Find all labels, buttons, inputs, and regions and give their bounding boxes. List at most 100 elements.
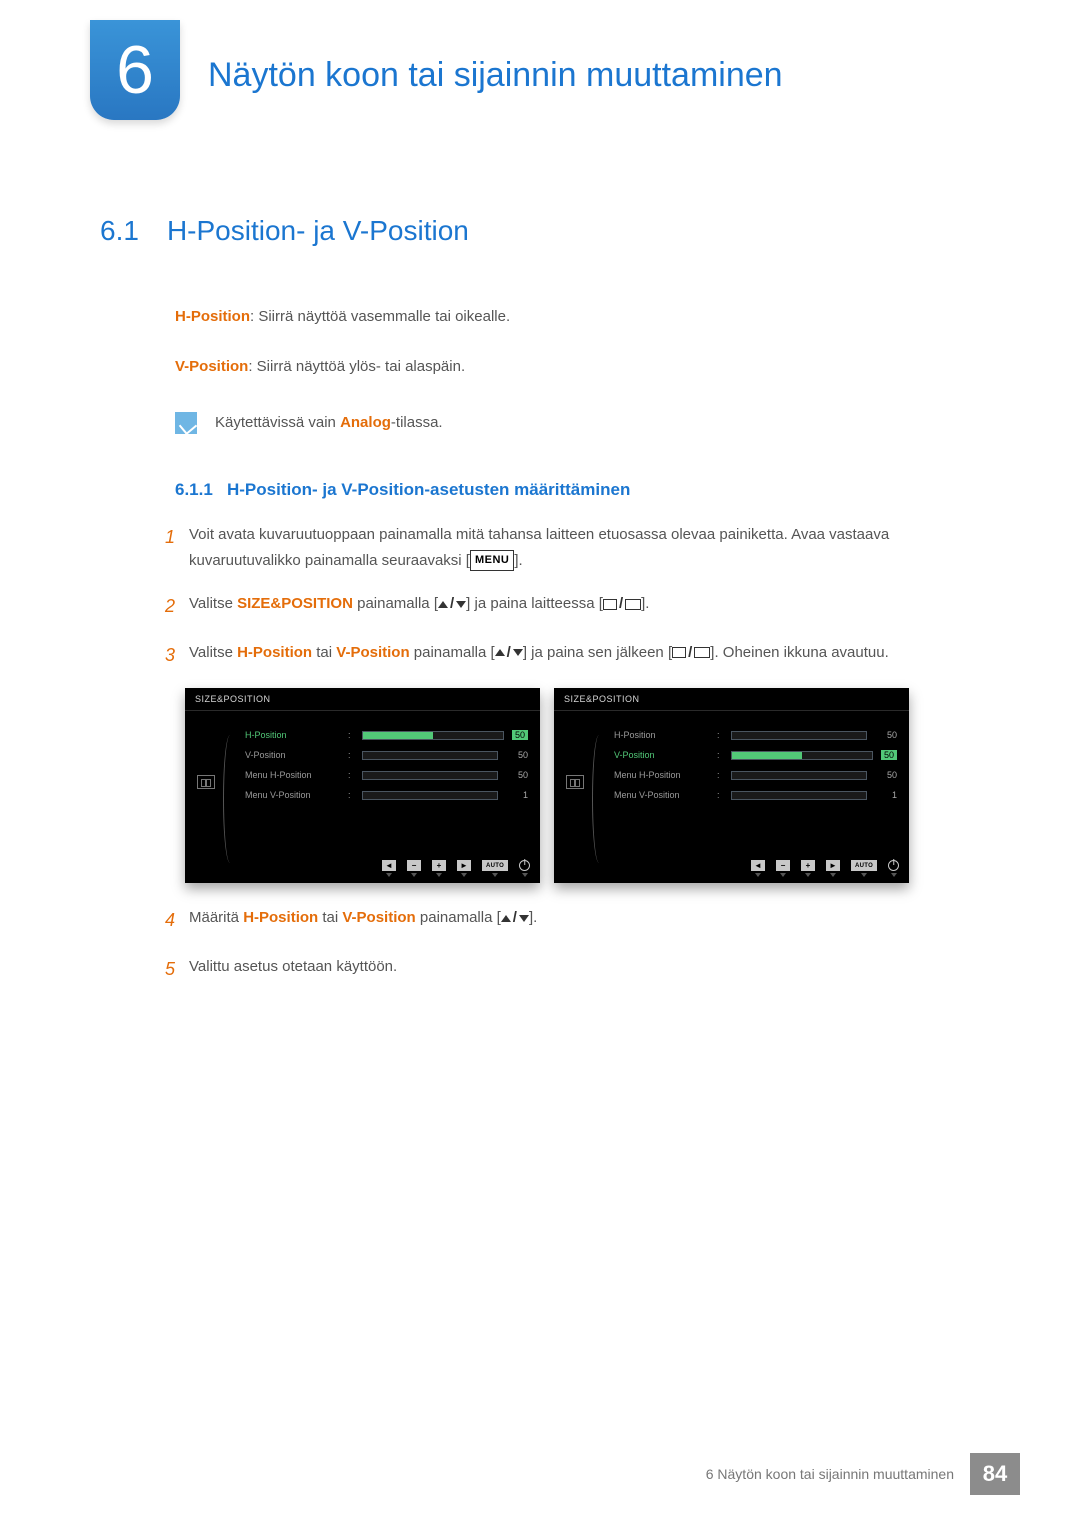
osd-slider: [731, 751, 873, 760]
step-text: Valittu asetus otetaan käyttöön.: [189, 954, 397, 985]
menu-button-label: MENU: [470, 550, 514, 571]
page-number: 84: [970, 1453, 1020, 1495]
osd-row: Menu H-Position : 50: [245, 765, 528, 785]
osd-row: V-Position : 50: [245, 745, 528, 765]
subsection-heading: 6.1.1 H-Position- ja V-Position-asetuste…: [175, 480, 1080, 500]
step-4: 4 Määritä H-Position tai V-Position pain…: [157, 905, 917, 936]
page-header: 6 Näytön koon tai sijainnin muuttaminen: [0, 0, 1080, 120]
osd-row-value: 50: [512, 730, 528, 740]
step-number: 5: [157, 954, 175, 985]
step-number: 1: [157, 522, 175, 573]
osd-curve-decoration: [592, 735, 606, 863]
osd-slider: [362, 731, 504, 740]
note-row: Käytettävissä vain Analog-tilassa.: [175, 411, 895, 435]
note-pre: Käytettävissä vain: [215, 414, 340, 431]
osd-row-value: 50: [875, 730, 897, 740]
page-footer: 6 Näytön koon tai sijainnin muuttaminen …: [706, 1453, 1020, 1495]
osd-slider: [731, 771, 867, 780]
osd-row-label: Menu V-Position: [245, 790, 340, 800]
osd-panel-h: SIZE&POSITION H-Position : 50 V-Position…: [185, 688, 540, 883]
section-title: H-Position- ja V-Position: [167, 215, 469, 247]
step-number: 2: [157, 591, 175, 622]
osd-row-value: 1: [506, 790, 528, 800]
up-down-icon: /: [501, 905, 529, 931]
auto-button: AUTO: [851, 860, 877, 871]
back-icon: ◄: [382, 860, 396, 871]
power-icon: [888, 860, 899, 871]
step-text: Valitse H-Position tai V-Position painam…: [189, 640, 889, 671]
chapter-number-badge: 6: [90, 20, 180, 120]
step-5: 5 Valittu asetus otetaan käyttöön.: [157, 954, 917, 985]
osd-row: Menu V-Position : 1: [245, 785, 528, 805]
screen-icons: /: [603, 591, 641, 617]
section-number: 6.1: [100, 215, 139, 247]
osd-row-label: Menu H-Position: [245, 770, 340, 780]
h-position-text: : Siirrä näyttöä vasemmalle tai oikealle…: [250, 308, 510, 325]
osd-button-row: ◄ − + ► AUTO: [382, 860, 530, 877]
osd-row: H-Position : 50: [245, 725, 528, 745]
note-text: Käytettävissä vain Analog-tilassa.: [215, 411, 443, 435]
step-text: Määritä H-Position tai V-Position painam…: [189, 905, 537, 936]
osd-sidebar: [554, 711, 596, 856]
osd-row: Menu V-Position : 1: [614, 785, 897, 805]
section-heading: 6.1 H-Position- ja V-Position: [100, 215, 1080, 247]
osd-button-row: ◄ − + ► AUTO: [751, 860, 899, 877]
power-icon: [519, 860, 530, 871]
minus-icon: −: [776, 860, 790, 871]
chapter-title: Näytön koon tai sijainnin muuttaminen: [208, 56, 783, 95]
back-icon: ◄: [751, 860, 765, 871]
osd-row-label: H-Position: [614, 730, 709, 740]
plus-icon: +: [801, 860, 815, 871]
step-3: 3 Valitse H-Position tai V-Position pain…: [157, 640, 917, 671]
osd-slider: [362, 791, 498, 800]
v-position-text: : Siirrä näyttöä ylös- tai alaspäin.: [248, 358, 465, 375]
osd-row-label: Menu H-Position: [614, 770, 709, 780]
forward-icon: ►: [457, 860, 471, 871]
step-number: 4: [157, 905, 175, 936]
subsection-title: H-Position- ja V-Position-asetusten määr…: [227, 480, 630, 499]
osd-row: Menu H-Position : 50: [614, 765, 897, 785]
steps-list-continued: 4 Määritä H-Position tai V-Position pain…: [157, 905, 917, 984]
osd-panel-v: SIZE&POSITION H-Position : 50 V-Position…: [554, 688, 909, 883]
auto-button: AUTO: [482, 860, 508, 871]
step-1: 1 Voit avata kuvaruutuoppaan painamalla …: [157, 522, 917, 573]
osd-row: V-Position : 50: [614, 745, 897, 765]
osd-sidebar: [185, 711, 227, 856]
size-position-icon: [566, 775, 584, 789]
note-post: -tilassa.: [391, 414, 443, 431]
subsection-number: 6.1.1: [175, 480, 213, 499]
osd-row-label: H-Position: [245, 730, 340, 740]
osd-row-label: V-Position: [614, 750, 709, 760]
osd-slider: [731, 731, 867, 740]
osd-screenshots: SIZE&POSITION H-Position : 50 V-Position…: [185, 688, 1080, 883]
osd-title: SIZE&POSITION: [185, 688, 540, 711]
section-content: H-Position: Siirrä näyttöä vasemmalle ta…: [175, 305, 895, 435]
up-down-icon: /: [438, 591, 466, 617]
screen-icons: /: [672, 640, 710, 666]
h-position-label: H-Position: [175, 308, 250, 325]
up-down-icon: /: [495, 640, 523, 666]
osd-curve-decoration: [223, 735, 237, 863]
osd-slider: [731, 791, 867, 800]
osd-row-label: V-Position: [245, 750, 340, 760]
osd-slider: [362, 771, 498, 780]
step-number: 3: [157, 640, 175, 671]
osd-row-label: Menu V-Position: [614, 790, 709, 800]
note-analog: Analog: [340, 414, 391, 431]
v-position-label: V-Position: [175, 358, 248, 375]
minus-icon: −: [407, 860, 421, 871]
size-position-icon: [197, 775, 215, 789]
steps-list: 1 Voit avata kuvaruutuoppaan painamalla …: [157, 522, 917, 670]
osd-slider: [362, 751, 498, 760]
osd-row-value: 50: [506, 750, 528, 760]
osd-row-value: 50: [506, 770, 528, 780]
step-2: 2 Valitse SIZE&POSITION painamalla [/] j…: [157, 591, 917, 622]
footer-chapter-text: 6 Näytön koon tai sijainnin muuttaminen: [706, 1466, 954, 1482]
step-text: Valitse SIZE&POSITION painamalla [/] ja …: [189, 591, 649, 622]
forward-icon: ►: [826, 860, 840, 871]
osd-title: SIZE&POSITION: [554, 688, 909, 711]
osd-row-value: 1: [875, 790, 897, 800]
step-text: Voit avata kuvaruutuoppaan painamalla mi…: [189, 522, 917, 573]
h-position-definition: H-Position: Siirrä näyttöä vasemmalle ta…: [175, 305, 895, 329]
plus-icon: +: [432, 860, 446, 871]
